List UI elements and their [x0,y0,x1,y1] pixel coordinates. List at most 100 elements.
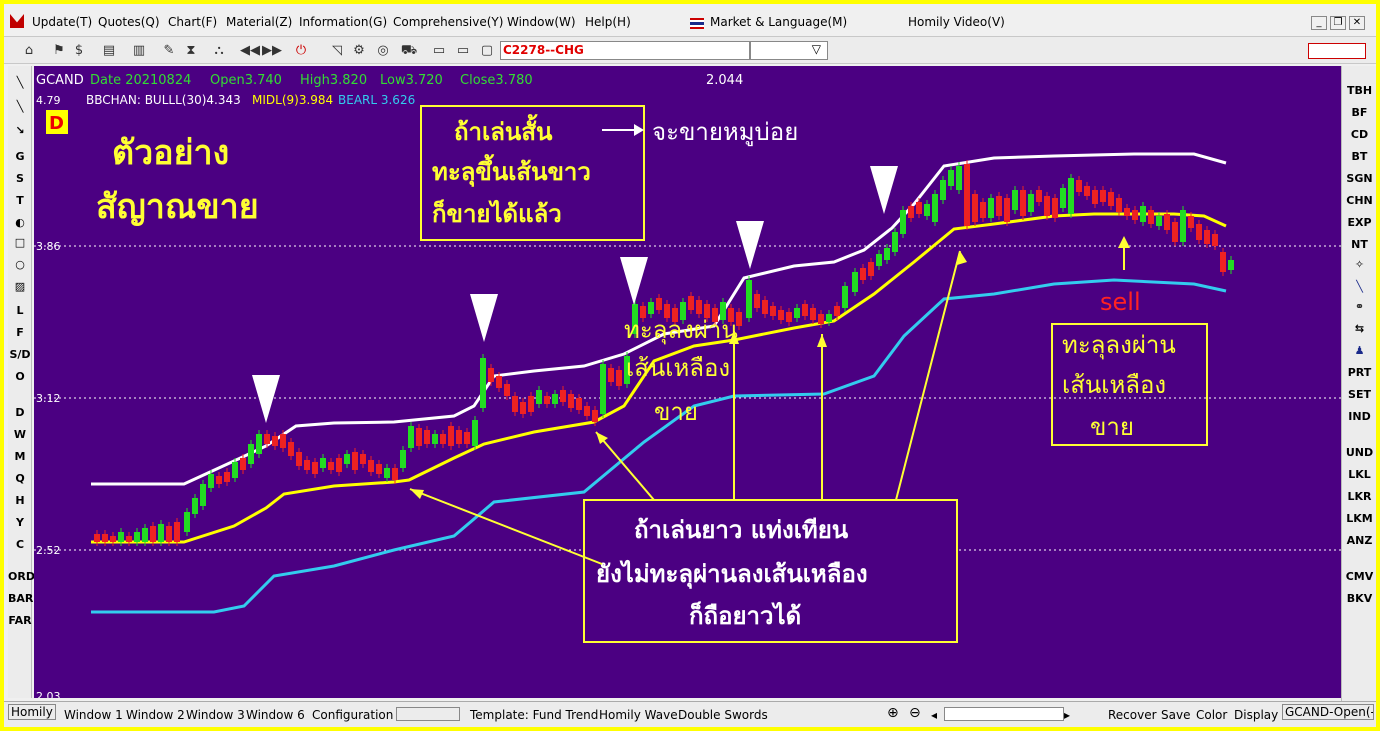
restore-button[interactable]: ❐ [1330,16,1346,30]
code-dropdown[interactable]: ▽ [750,41,828,60]
right-tool-lkr[interactable]: LKR [1342,490,1376,503]
minimize-button[interactable]: _ [1311,16,1327,30]
dollar-icon[interactable]: $ [70,42,88,60]
right-tool-exp[interactable]: EXP [1342,216,1376,229]
window-tab-3[interactable]: Window 3 [186,708,245,722]
swap-icon[interactable]: ⇆ [1342,322,1376,335]
template-double-swords[interactable]: Double Swords [678,708,768,722]
arrow-tool-icon[interactable]: ↘ [8,124,32,137]
binoculars-icon[interactable]: ⚭ [1342,300,1376,313]
tool-g[interactable]: G [8,150,32,163]
right-tool-sgn[interactable]: SGN [1342,172,1376,185]
tool-f[interactable]: F [8,326,32,339]
pen-icon[interactable]: ╲ [1342,280,1376,293]
edit-icon[interactable]: ✎ [160,42,178,60]
right-tool-prt[interactable]: PRT [1342,366,1376,379]
monitor-icon[interactable]: ▢ [478,42,496,60]
window-tab-1[interactable]: Window 1 [64,708,123,722]
action-display[interactable]: Display [1234,708,1278,722]
period-c[interactable]: C [8,538,32,551]
tool-sd[interactable]: S/D [8,348,32,361]
right-tool-cd[interactable]: CD [1342,128,1376,141]
right-tool-chn[interactable]: CHN [1342,194,1376,207]
crosshair-icon[interactable]: ✧ [1342,258,1376,271]
gear-icon[interactable]: ⚙ [350,42,368,60]
right-tool-bt[interactable]: BT [1342,150,1376,163]
configuration-button[interactable]: Configuration [312,708,393,722]
horizontal-scrollbar[interactable] [944,707,1064,721]
pattern-tool-icon[interactable]: ▨ [8,280,32,293]
bar-chart-icon[interactable]: ▥ [130,42,148,60]
circle-tool-icon[interactable]: ○ [8,258,32,271]
menu-window[interactable]: Window(W) [507,15,576,29]
stepper-control[interactable] [396,707,460,721]
rectangle-tool-icon[interactable]: □ [8,236,32,249]
template-homily-wave[interactable]: Homily Wave [599,708,678,722]
right-tool-nt[interactable]: NT [1342,238,1376,251]
line-tool-icon[interactable]: ╲ [8,76,32,89]
menu-homily-video[interactable]: Homily Video(V) [908,15,1005,29]
rewind-icon[interactable]: ◀◀ [240,42,260,60]
period-y[interactable]: Y [8,516,32,529]
power-icon[interactable]: ⏻ [292,42,310,60]
right-tool-set[interactable]: SET [1342,388,1376,401]
network-icon[interactable]: ⛬ [210,42,228,60]
folder-icon[interactable]: ▭ [430,42,448,60]
tool-far[interactable]: FAR [8,614,32,627]
menu-update[interactable]: Update(T) [32,15,92,29]
tool-ord[interactable]: ORD [8,570,35,583]
close-button[interactable]: ✕ [1349,16,1365,30]
action-color[interactable]: Color [1196,708,1227,722]
cart-icon[interactable]: ⛟ [400,42,418,60]
menu-help[interactable]: Help(H) [585,15,631,29]
fast-forward-icon[interactable]: ▶▶ [262,42,282,60]
tool-bar[interactable]: BAR [8,592,33,605]
stock-code-input[interactable]: C2278--CHG [500,41,750,60]
period-d[interactable]: D [8,406,32,419]
menu-chart[interactable]: Chart(F) [168,15,217,29]
action-recover[interactable]: Recover [1108,708,1157,722]
tool-t[interactable]: T [8,194,32,207]
menu-quotes[interactable]: Quotes(Q) [98,15,160,29]
menu-information[interactable]: Information(G) [299,15,387,29]
target-icon[interactable]: ◎ [374,42,392,60]
menu-market-language[interactable]: Market & Language(M) [710,15,847,29]
menu-comprehensive[interactable]: Comprehensive(Y) [393,15,503,29]
chart-panel[interactable]: GCAND Date 20210824 Open3.740 High3.820 … [34,66,1341,698]
right-tool-lkl[interactable]: LKL [1342,468,1376,481]
flag-icon[interactable]: ⚑ [50,42,68,60]
action-save[interactable]: Save [1161,708,1190,722]
spiral-tool-icon[interactable]: ◐ [8,216,32,229]
period-h[interactable]: H [8,494,32,507]
right-tool-ind[interactable]: IND [1342,410,1376,423]
scroll-left-icon[interactable]: ◂ [931,708,937,722]
right-tool-bf[interactable]: BF [1342,106,1376,119]
draw-icon[interactable]: ◹ [328,42,346,60]
right-tool-und[interactable]: UND [1342,446,1376,459]
period-w[interactable]: W [8,428,32,441]
ray-tool-icon[interactable]: ╲ [8,100,32,113]
period-q[interactable]: Q [8,472,32,485]
window-tab-2[interactable]: Window 2 [126,708,185,722]
tool-l[interactable]: L [8,304,32,317]
template-label[interactable]: Template: Fund Trend [470,708,598,722]
right-tool-cmv[interactable]: CMV [1342,570,1376,583]
right-tool-bkv[interactable]: BKV [1342,592,1376,605]
folder-open-icon[interactable]: ▭ [454,42,472,60]
hourglass-icon[interactable]: ⧗ [182,42,200,60]
window-tab-6[interactable]: Window 6 [246,708,305,722]
scroll-right-icon[interactable]: ▸ [1064,708,1070,722]
menu-material[interactable]: Material(Z) [226,15,292,29]
zoom-in-icon[interactable]: ⊕ [887,705,899,721]
price-label-bottom: 2.03 [36,690,61,698]
zoom-out-icon[interactable]: ⊖ [909,705,921,721]
tool-s[interactable]: S [8,172,32,185]
tool-o[interactable]: O [8,370,32,383]
flag-thai-icon[interactable]: ▤ [100,42,118,60]
period-m[interactable]: M [8,450,32,463]
right-tool-lkm[interactable]: LKM [1342,512,1376,525]
right-tool-anz[interactable]: ANZ [1342,534,1376,547]
home-icon[interactable]: ⌂ [20,42,38,60]
right-tool-tbh[interactable]: TBH [1342,84,1376,97]
person-icon[interactable]: ♟ [1342,344,1376,357]
